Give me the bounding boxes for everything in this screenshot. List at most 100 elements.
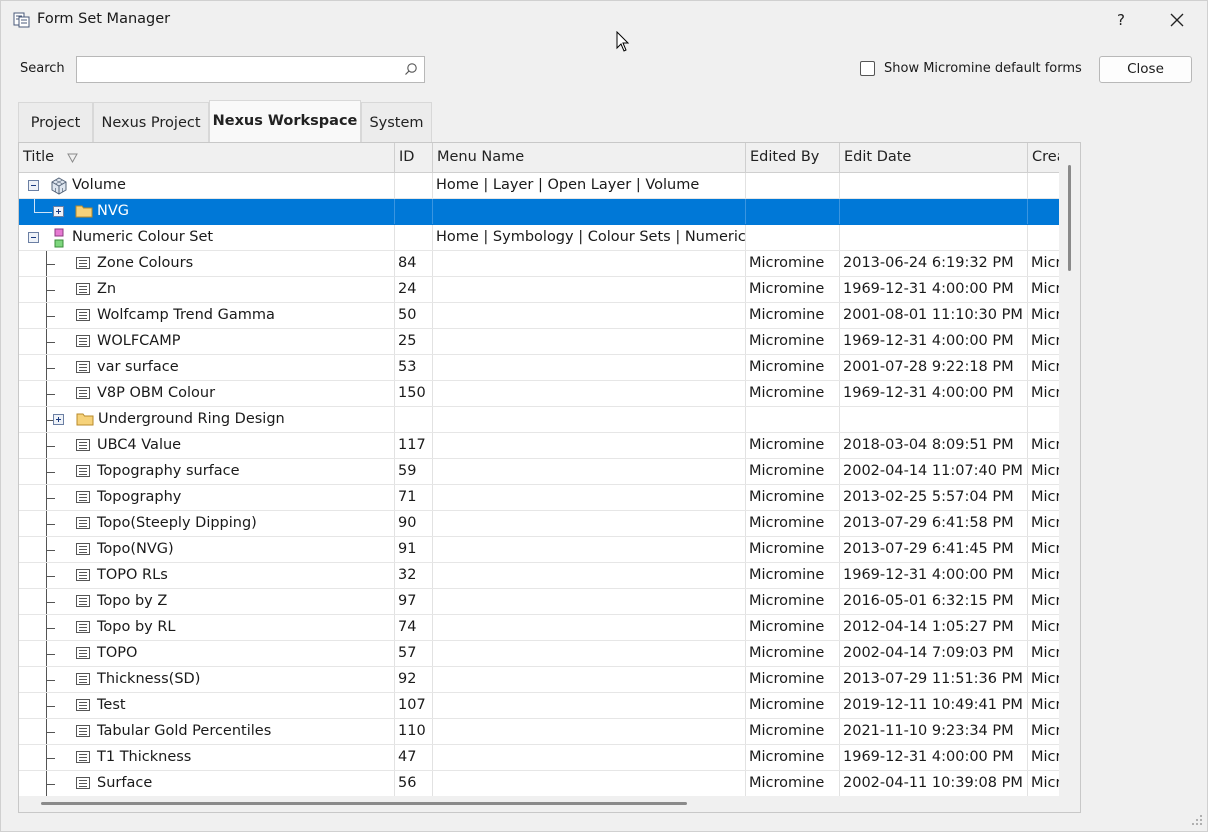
table-row[interactable]: Topography 71 Micromine 2013-02-25 5:57:04 …: [19, 485, 1059, 511]
tree-line: [46, 550, 55, 551]
show-default-forms-checkbox[interactable]: [860, 61, 875, 76]
form-icon: [76, 283, 90, 295]
column-header-edited-by[interactable]: Edited By: [746, 143, 840, 172]
table-row[interactable]: Topo(Steeply Dipping) 90 Micromine 2013-07-…: [19, 511, 1059, 537]
cell-id: 92: [395, 667, 433, 692]
vertical-scroll-thumb[interactable]: [1068, 165, 1071, 271]
cell-menu-name: [433, 407, 746, 432]
table-row[interactable]: Topo by RL 74 Micromine 2012-04-14 1:05:27 …: [19, 615, 1059, 641]
form-icon: [76, 439, 90, 451]
cell-created-by: Micr: [1031, 255, 1059, 271]
filter-icon[interactable]: [67, 153, 78, 163]
table-row[interactable]: V8P OBM Colour 150 Micromine 1969-12-31 4:0…: [19, 381, 1059, 407]
tab-nexus-project[interactable]: Nexus Project: [93, 102, 209, 142]
expand-toggle-icon[interactable]: [53, 414, 64, 425]
tree-line: [46, 654, 55, 655]
table-row[interactable]: Numeric Colour Set Home | Symbology | Col…: [19, 225, 1059, 251]
vertical-scrollbar[interactable]: [1059, 143, 1080, 812]
expand-toggle-icon[interactable]: [53, 206, 64, 217]
cell-created-by: Micr: [1031, 645, 1059, 661]
cell-menu-name: [433, 251, 746, 276]
row-title: Volume: [72, 177, 126, 193]
cell-edited-by: Micromine: [746, 511, 840, 536]
table-row[interactable]: UBC4 Value 117 Micromine 2018-03-04 8:09:51…: [19, 433, 1059, 459]
cell-edited-by: [746, 199, 840, 224]
row-title: Topography: [97, 489, 182, 505]
table-row[interactable]: Zn 24 Micromine 1969-12-31 4:00:00 PM Micr: [19, 277, 1059, 303]
cell-id: 59: [395, 459, 433, 484]
table-row[interactable]: T1 Thickness 47 Micromine 1969-12-31 4:00:0…: [19, 745, 1059, 771]
tree-line: [46, 732, 55, 733]
table-row[interactable]: Topo(NVG) 91 Micromine 2013-07-29 6:41:45 P…: [19, 537, 1059, 563]
form-sets-grid: Title ID Menu Name Edited By Edit Date C…: [18, 142, 1081, 813]
row-title: Zn: [97, 281, 117, 297]
form-icon: [76, 491, 90, 503]
cell-menu-name: [433, 329, 746, 354]
cell-created-by: Micr: [1031, 619, 1059, 635]
table-row[interactable]: WOLFCAMP 25 Micromine 1969-12-31 4:00:00 PM…: [19, 329, 1059, 355]
cell-edit-date: 2018-03-04 8:09:51 PM: [840, 433, 1028, 458]
tree-line: [46, 368, 55, 369]
close-window-icon[interactable]: [1157, 5, 1197, 35]
column-header-menu-name[interactable]: Menu Name: [433, 143, 746, 172]
search-icon[interactable]: [404, 62, 418, 76]
cell-menu-name: [433, 589, 746, 614]
table-row[interactable]: Surface 56 Micromine 2002-04-11 10:39:08 PM…: [19, 771, 1059, 797]
form-icon: [76, 361, 90, 373]
folder-icon: [75, 205, 93, 218]
table-row[interactable]: Topography surface 59 Micromine 2002-04-14 …: [19, 459, 1059, 485]
row-title: var surface: [97, 359, 179, 375]
cell-created-by: Micr: [1031, 307, 1059, 323]
form-icon: [76, 517, 90, 529]
table-row[interactable]: Test 107 Micromine 2019-12-11 10:49:41 PM Mi…: [19, 693, 1059, 719]
tree-line: [46, 446, 55, 447]
column-header-title[interactable]: Title: [19, 143, 395, 172]
resize-grip-icon[interactable]: [1186, 811, 1204, 829]
cell-id: 97: [395, 589, 433, 614]
cell-title: WOLFCAMP: [19, 329, 395, 354]
table-row[interactable]: NVG: [19, 199, 1059, 225]
row-title: Wolfcamp Trend Gamma: [97, 307, 275, 323]
cell-created-by: Micr: [1031, 775, 1059, 791]
tree-line: [46, 758, 55, 759]
column-header-id[interactable]: ID: [395, 143, 433, 172]
table-row[interactable]: Volume Home | Layer | Open Layer | Volume: [19, 173, 1059, 199]
grid-header: Title ID Menu Name Edited By Edit Date C…: [19, 143, 1066, 173]
row-title: TOPO RLs: [97, 567, 168, 583]
help-button[interactable]: ?: [1101, 5, 1141, 35]
horizontal-scrollbar[interactable]: [19, 796, 1059, 812]
cell-menu-name: [433, 433, 746, 458]
cell-edited-by: [746, 407, 840, 432]
table-row[interactable]: Topo by Z 97 Micromine 2016-05-01 6:32:15 P…: [19, 589, 1059, 615]
cell-edited-by: Micromine: [746, 485, 840, 510]
horizontal-scroll-thumb[interactable]: [41, 802, 687, 805]
cell-title: Numeric Colour Set: [19, 225, 395, 250]
tree-line: [46, 394, 55, 395]
table-row[interactable]: var surface 53 Micromine 2001-07-28 9:22:18…: [19, 355, 1059, 381]
table-row[interactable]: Underground Ring Design: [19, 407, 1059, 433]
table-row[interactable]: TOPO 57 Micromine 2002-04-14 7:09:03 PM Micr: [19, 641, 1059, 667]
cell-id: 117: [395, 433, 433, 458]
table-row[interactable]: Tabular Gold Percentiles 110 Micromine 2021…: [19, 719, 1059, 745]
cell-menu-name: [433, 719, 746, 744]
close-button[interactable]: Close: [1099, 56, 1192, 83]
table-row[interactable]: Wolfcamp Trend Gamma 50 Micromine 2001-08-0…: [19, 303, 1059, 329]
cell-title: UBC4 Value: [19, 433, 395, 458]
cell-menu-name: [433, 199, 746, 224]
collapse-toggle-icon[interactable]: [28, 180, 39, 191]
cell-title: Topo by RL: [19, 615, 395, 640]
collapse-toggle-icon[interactable]: [28, 232, 39, 243]
window-title: Form Set Manager: [37, 11, 171, 27]
table-row[interactable]: TOPO RLs 32 Micromine 1969-12-31 4:00:00 PM…: [19, 563, 1059, 589]
tab-nexus-workspace[interactable]: Nexus Workspace: [209, 100, 361, 142]
table-row[interactable]: Zone Colours 84 Micromine 2013-06-24 6:19:3…: [19, 251, 1059, 277]
column-header-edit-date[interactable]: Edit Date: [840, 143, 1028, 172]
table-row[interactable]: Thickness(SD) 92 Micromine 2013-07-29 11:51…: [19, 667, 1059, 693]
cell-edited-by: Micromine: [746, 563, 840, 588]
cell-edited-by: Micromine: [746, 329, 840, 354]
tab-system[interactable]: System: [361, 102, 432, 142]
cell-edited-by: Micromine: [746, 771, 840, 796]
tab-project[interactable]: Project: [18, 102, 93, 142]
search-input[interactable]: [76, 56, 425, 83]
cell-edit-date: 2002-04-11 10:39:08 PM: [840, 771, 1028, 796]
